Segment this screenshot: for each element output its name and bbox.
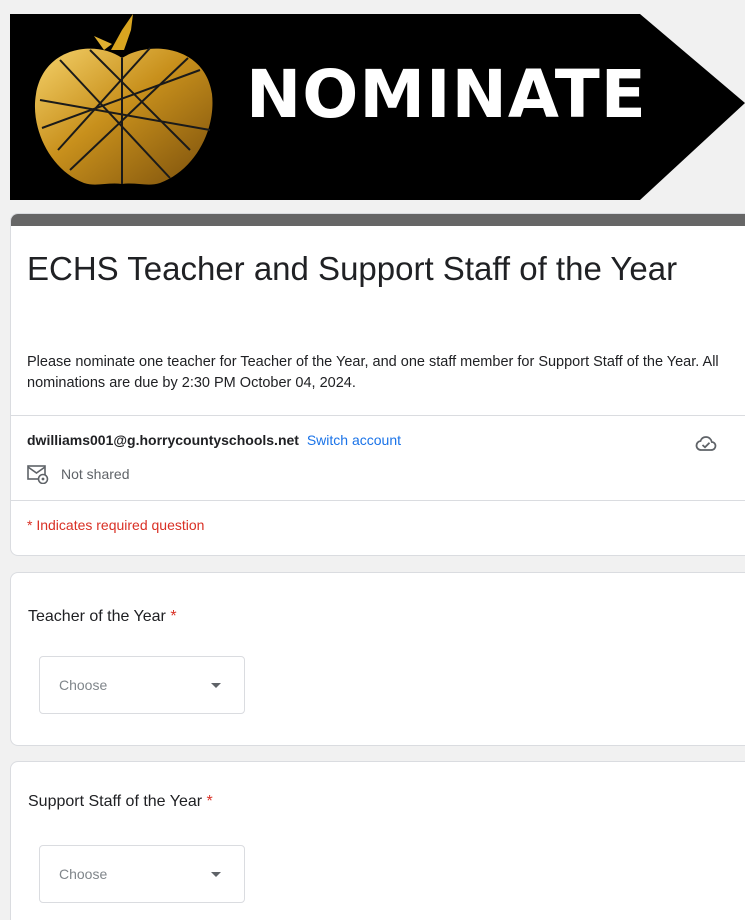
support-staff-dropdown[interactable]: Choose xyxy=(39,845,245,903)
dropdown-value: Choose xyxy=(59,677,108,693)
mail-settings-icon xyxy=(27,465,49,484)
account-line: dwilliams001@g.horrycountyschools.net Sw… xyxy=(27,432,401,448)
question-title-teacher: Teacher of the Year * xyxy=(28,608,177,626)
question-label: Support Staff of the Year xyxy=(28,793,203,810)
teacher-dropdown[interactable]: Choose xyxy=(39,656,245,714)
required-note: * Indicates required question xyxy=(27,517,205,533)
sharing-status: Not shared xyxy=(27,464,129,484)
page: NOMINATE ECHS Teacher and Support Staff … xyxy=(0,0,745,920)
cloud-check-icon[interactable] xyxy=(694,432,718,456)
header-divider xyxy=(10,415,745,416)
nominate-banner: NOMINATE xyxy=(0,0,745,200)
not-shared-label: Not shared xyxy=(61,466,130,482)
question-label: Teacher of the Year xyxy=(28,608,166,625)
dropdown-value: Choose xyxy=(59,866,108,882)
account-divider xyxy=(10,500,745,501)
form-description: Please nominate one teacher for Teacher … xyxy=(27,354,719,391)
required-asterisk: * xyxy=(206,793,213,810)
header-accent-bar xyxy=(11,214,745,226)
question-title-support-staff: Support Staff of the Year * xyxy=(28,793,213,811)
dropdown-arrow-icon xyxy=(211,872,221,877)
form-title: ECHS Teacher and Support Staff of the Ye… xyxy=(27,250,678,287)
switch-account-link[interactable]: Switch account xyxy=(307,432,401,448)
banner-title: NOMINATE xyxy=(246,56,647,133)
required-asterisk: * xyxy=(170,608,177,625)
account-email: dwilliams001@g.horrycountyschools.net xyxy=(27,432,299,448)
dropdown-arrow-icon xyxy=(211,683,221,688)
